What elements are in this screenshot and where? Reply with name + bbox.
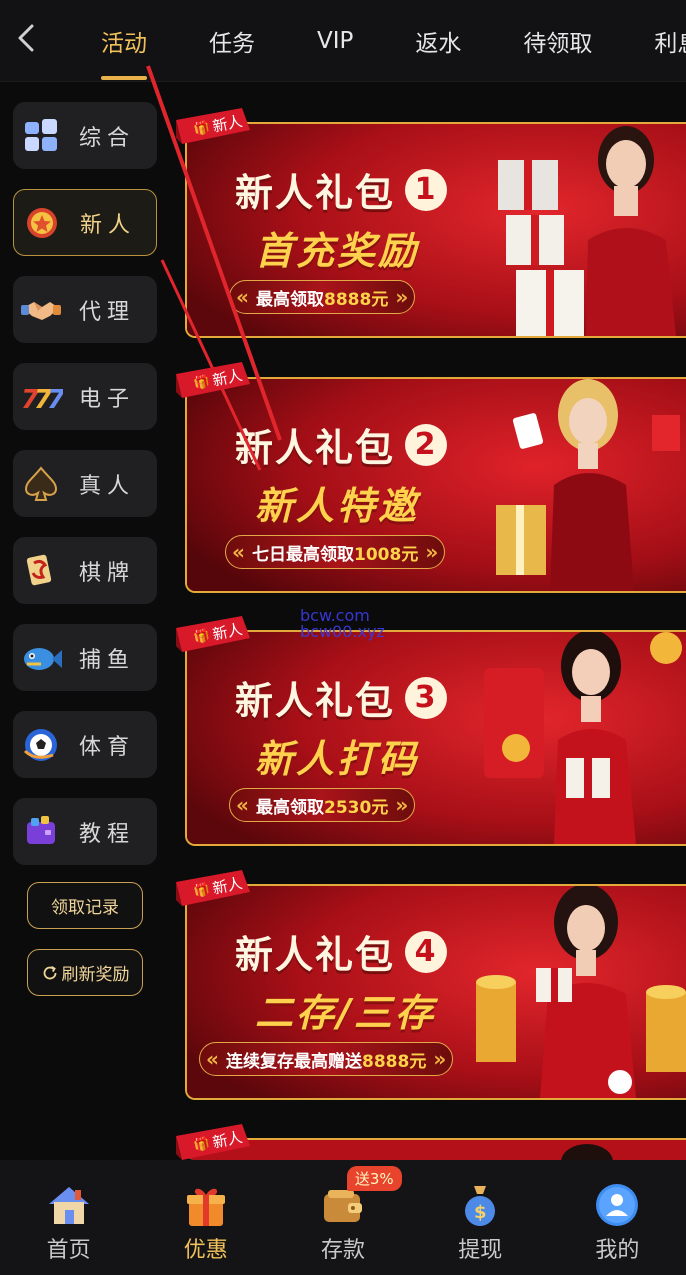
sidebar-item-label: 教程 [79,821,136,847]
promo-banner-4[interactable]: 新人礼包4 二存/三存 连续复存最高赠送8888元 [185,884,686,1100]
sidebar-item-label: 体育 [79,734,136,760]
reward-amount: 2530元 [324,797,389,818]
sidebar-item-label: 代理 [79,299,136,325]
new-user-ribbon: 🎁 新人 [176,870,250,906]
reward-amount: 8888元 [362,1051,427,1072]
sidebar-item-label: 棋牌 [79,560,136,586]
sidebar-item-agent[interactable]: 代理 [13,276,157,343]
banner-subtitle: 新人打码 [255,737,420,781]
sidebar-item-all[interactable]: 综合 [13,102,157,169]
promo-model-with-cards-image [496,379,680,591]
nav-deposit[interactable]: 存款 送3% [274,1160,411,1275]
fish-icon [19,636,63,680]
banner-title: 新人礼包 [235,933,396,977]
refresh-rewards-label: 刷新奖励 [61,965,130,985]
banner-number: 1 [405,168,448,211]
money-bag-icon: $ [455,1180,505,1230]
promo-model-with-coin-stacks-image [476,886,686,1098]
reward-amount: 8888元 [324,289,389,310]
deposit-bonus-badge: 送3% [346,1166,402,1191]
sidebar-item-label: 真人 [79,473,136,499]
sidebar-item-label: 电子 [79,386,136,412]
nav-label: 优惠 [183,1238,228,1263]
sidebar-item-label: 捕鱼 [79,647,136,673]
gift-small-icon: 🎁 [192,881,212,900]
new-user-ribbon: 🎁 新人 [176,1124,250,1160]
promo-model-with-coins-image [484,632,682,844]
ribbon-label: 新人 [210,619,244,644]
tab-pending[interactable]: 待领取 [492,0,623,81]
gift-small-icon: 🎁 [192,1135,212,1154]
ribbon-label: 新人 [210,1127,244,1152]
soccer-icon [19,723,63,767]
gift-small-icon: 🎁 [192,373,212,392]
sidebar-item-sports[interactable]: 体育 [13,711,157,778]
ribbon-label: 新人 [210,873,244,898]
sidebar-item-newbie[interactable]: 新人 [13,189,157,256]
refresh-icon [41,964,59,982]
sidebar-item-electronic[interactable]: 777 电子 [13,363,157,430]
banner-subtitle: 新人特邀 [255,484,420,528]
spade-icon [19,462,63,506]
sidebar-item-label: 综合 [79,125,136,151]
ribbon-label: 新人 [210,111,244,136]
promo-banner-5[interactable] [185,1138,686,1160]
nav-withdraw[interactable]: $ 提现 [412,1160,549,1275]
banner-number: 4 [405,930,448,973]
claim-records-label: 领取记录 [51,898,119,918]
sidebar-item-chess[interactable]: 棋牌 [13,537,157,604]
reward-prefix: 七日最高领取 [252,544,354,565]
svg-text:$: $ [474,1202,487,1223]
sidebar-item-tutorial[interactable]: 教程 [13,798,157,865]
reward-prefix: 连续复存最高赠送 [226,1051,362,1072]
promo-model-with-gifts-image [498,126,676,336]
gift-small-icon: 🎁 [192,627,212,646]
mahjong-icon [19,549,63,593]
bottom-navigation: 首页 优惠 存款 送3% $ 提现 我的 [0,1160,686,1275]
sidebar-item-fishing[interactable]: 捕鱼 [13,624,157,691]
reward-amount: 1008元 [354,544,419,565]
svg-text:7: 7 [47,385,63,415]
watermark-line-2: bcw00.xyz [300,622,385,641]
back-chevron-icon[interactable] [12,20,42,56]
banner-subtitle: 二存/三存 [255,991,436,1035]
nav-label: 存款 [321,1238,366,1263]
grid-icon [19,114,63,158]
book-icon [19,810,63,854]
new-user-ribbon: 🎁 新人 [176,362,250,398]
house-icon [44,1180,94,1230]
tab-interest[interactable]: 利息宝 [623,0,686,81]
gift-small-icon: 🎁 [192,119,212,138]
banner-reward-pill: 连续复存最高赠送8888元 [199,1042,454,1076]
gift-icon [181,1180,231,1230]
medal-icon [20,201,64,245]
banner-number: 2 [405,423,448,466]
handshake-icon [19,288,63,332]
slot-777-icon: 777 [19,375,63,419]
sidebar-item-label: 新人 [80,212,137,238]
nav-home[interactable]: 首页 [0,1160,137,1275]
sidebar-item-live[interactable]: 真人 [13,450,157,517]
claim-records-button[interactable]: 领取记录 [27,882,143,929]
banner-number: 3 [405,676,448,719]
nav-label: 提现 [458,1238,503,1263]
banner-title: 新人礼包 [235,679,396,723]
new-user-ribbon: 🎁 新人 [176,108,250,144]
reward-prefix: 最高领取 [256,797,324,818]
top-tab-bar: 活动 任务 VIP 返水 待领取 利息宝 [0,0,686,82]
refresh-rewards-button[interactable]: 刷新奖励 [27,949,143,996]
nav-label: 我的 [595,1238,640,1263]
banner-reward-pill: 七日最高领取1008元 [225,535,446,569]
new-user-ribbon: 🎁 新人 [176,616,250,652]
tab-rebate[interactable]: 返水 [384,0,492,81]
nav-label: 首页 [46,1238,91,1263]
nav-profile[interactable]: 我的 [549,1160,686,1275]
banner-reward-pill: 最高领取2530元 [229,788,416,822]
user-icon [592,1180,642,1230]
ribbon-label: 新人 [210,365,244,390]
watermark-text: bcw.com bcw00.xyz [300,608,385,640]
category-sidebar: 综合 新人 代理 777 电子 真人 棋牌 捕鱼 [13,102,157,885]
nav-promotions[interactable]: 优惠 [137,1160,274,1275]
promo-banner-3[interactable]: 新人礼包3 新人打码 最高领取2530元 [185,630,686,846]
